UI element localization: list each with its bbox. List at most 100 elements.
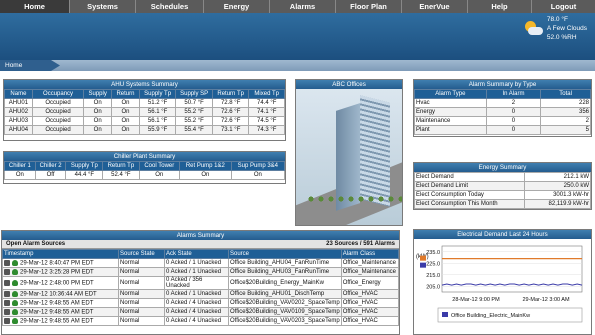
table-row[interactable]: Elect Demand 212.1 kW xyxy=(414,172,591,182)
alarm-type-panel: Alarm Summary by Type Alarm Type In Alar… xyxy=(413,79,592,137)
table-cell: Normal xyxy=(118,267,165,277)
column-header[interactable]: Source xyxy=(228,249,342,259)
weather-condition: A Few Clouds xyxy=(546,25,587,32)
alarm-sources-bar: Open Alarm Sources 23 Sources / 591 Alar… xyxy=(2,240,399,249)
table-row[interactable]: 29-Mar-12 9:48:55 AM EDT Normal 0 Acked … xyxy=(2,298,399,308)
table-cell: 0 xyxy=(485,116,542,126)
table-cell: 356 xyxy=(540,107,591,117)
table-row[interactable]: 29-Mar-12 2:48:00 PM EDT Normal 0 Acked … xyxy=(2,276,399,290)
table-row[interactable]: Elect Consumption Today 3001.3 kW-hr xyxy=(414,190,591,200)
table-cell: On xyxy=(83,125,113,135)
offices-panel: ABC Offices xyxy=(295,79,403,226)
column-header: Return Tp xyxy=(102,161,140,171)
table-cell: 73.1 °F xyxy=(211,125,250,135)
table-row[interactable]: Energy 0 356 xyxy=(414,107,591,117)
table-cell: 72.6 °F xyxy=(211,116,250,126)
alarm-timestamp: 29-Mar-12 10:36:44 AM EDT xyxy=(20,291,97,298)
table-cell: AHU01 xyxy=(4,98,33,108)
table-cell: Elect Demand Limit xyxy=(414,181,525,191)
alarm-bell-icon xyxy=(12,268,18,275)
table-cell: AHU04 xyxy=(4,125,33,135)
alarm-bell-icon xyxy=(12,308,18,315)
table-cell: On xyxy=(111,125,140,135)
nav-enervue[interactable]: EnerVue xyxy=(402,0,468,13)
table-cell: 55.2 °F xyxy=(175,116,213,126)
alarm-timestamp: 29-Mar-12 9:48:55 AM EDT xyxy=(20,309,94,316)
computer-icon xyxy=(4,299,10,306)
column-header[interactable]: Timestamp xyxy=(2,249,119,259)
table-cell: 0 Acked / 1 Unacked xyxy=(164,258,229,268)
table-row[interactable]: AHU01 Occupied On On 51.2 °F 50.7 °F 72.… xyxy=(4,98,285,108)
table-cell: 29-Mar-12 10:36:44 AM EDT xyxy=(2,289,119,299)
column-header[interactable]: Source State xyxy=(118,249,165,259)
table-cell: Office Building_AHU01_DischTemp xyxy=(228,289,342,299)
breadcrumb-bar xyxy=(0,60,595,71)
table-cell: On xyxy=(83,107,113,117)
table-row[interactable]: AHU02 Occupied On On 56.1 °F 55.2 °F 72.… xyxy=(4,107,285,117)
table-cell: Occupied xyxy=(31,125,85,135)
table-cell: 74.3 °F xyxy=(248,125,285,135)
column-header: Sup Pump 3&4 xyxy=(230,161,286,171)
table-row[interactable]: Elect Demand Limit 250.0 kW xyxy=(414,181,591,191)
table-cell: Office_Maintenance xyxy=(340,258,399,268)
table-row[interactable]: AHU04 Occupied On On 55.9 °F 55.4 °F 73.… xyxy=(4,125,285,135)
y-tick-label: 215.0 xyxy=(426,273,440,279)
panel-title: Alarm Summary by Type xyxy=(414,80,591,89)
column-header: Supply SP xyxy=(175,89,213,99)
y-tick-label: 205.0 xyxy=(426,284,440,290)
nav-home[interactable]: Home xyxy=(0,0,70,13)
table-cell: Plant xyxy=(414,125,487,135)
table-row[interactable]: 29-Mar-12 9:48:55 AM EDT Normal 0 Acked … xyxy=(2,316,399,326)
column-header: Return Tp xyxy=(211,89,250,99)
table-cell: 2 xyxy=(485,98,542,108)
column-header: Mixed Tp xyxy=(248,89,285,99)
partly-cloudy-icon xyxy=(523,21,543,39)
panel-title: AHU Systems Summary xyxy=(4,80,285,89)
nav-energy[interactable]: Energy xyxy=(204,0,270,13)
x-tick-label: 28-Mar-12 9:00 PM xyxy=(452,297,500,303)
table-cell: Normal xyxy=(118,298,165,308)
panel-title: Chiller Plant Summary xyxy=(4,152,285,161)
column-header: Alarm Type xyxy=(414,89,487,99)
nav-logout[interactable]: Logout xyxy=(532,0,595,13)
table-row[interactable]: Maintenance 0 2 xyxy=(414,116,591,126)
y-tick-label: 225.0 xyxy=(426,261,440,267)
building-front-shape xyxy=(360,95,390,207)
alarm-type-table: Alarm Type In Alarm Total Hvac 2 228 Ene… xyxy=(414,89,591,135)
table-row[interactable]: On Off 44.4 °F 52.4 °F On On On xyxy=(4,170,286,180)
table-row[interactable]: Plant 0 5 xyxy=(414,125,591,135)
table-cell: Office_HVAC xyxy=(340,289,399,299)
table-cell: Normal xyxy=(118,276,165,290)
nav-help[interactable]: Help xyxy=(468,0,532,13)
demand-chart[interactable]: (kW)235.0225.0215.0205.028-Mar-12 9:00 P… xyxy=(414,240,591,335)
nav-floor-plan[interactable]: Floor Plan xyxy=(336,0,402,13)
table-row[interactable]: 29-Mar-12 3:25:28 PM EDT Normal 0 Acked … xyxy=(2,267,399,277)
table-row[interactable]: AHU03 Occupied On On 56.1 °F 55.2 °F 72.… xyxy=(4,116,285,126)
column-header: Supply xyxy=(83,89,113,99)
table-cell: 74.4 °F xyxy=(248,98,285,108)
chart-title: Electrical Demand Last 24 Hours xyxy=(414,230,591,239)
table-cell: 3001.3 kW-hr xyxy=(524,190,591,200)
column-header: Supply Tp xyxy=(138,89,177,99)
table-cell: 0 Acked / 356 Unacked xyxy=(164,276,229,290)
table-header-row: Chiller 1 Chiller 2 Supply Tp Return Tp … xyxy=(4,161,286,171)
table-row[interactable]: Elect Consumption This Month 82,119.9 kW… xyxy=(414,199,591,209)
table-row[interactable]: Hvac 2 228 xyxy=(414,98,591,108)
breadcrumb-home[interactable]: Home xyxy=(0,60,60,71)
table-cell: 55.2 °F xyxy=(175,107,213,117)
table-cell: On xyxy=(83,116,113,126)
open-alarm-sources-label: Open Alarm Sources xyxy=(6,241,66,247)
table-cell: 56.1 °F xyxy=(138,107,177,117)
nav-schedules[interactable]: Schedules xyxy=(136,0,204,13)
table-row[interactable]: 29-Mar-12 9:48:55 AM EDT Normal 0 Acked … xyxy=(2,307,399,317)
column-header: Chiller 2 xyxy=(34,161,67,171)
column-header[interactable]: Alarm Class xyxy=(340,249,399,259)
column-header[interactable]: Ack State xyxy=(164,249,229,259)
table-row[interactable]: 29-Mar-12 10:36:44 AM EDT Normal 0 Acked… xyxy=(2,289,399,299)
nav-alarms[interactable]: Alarms xyxy=(270,0,336,13)
table-cell: 29-Mar-12 9:48:55 AM EDT xyxy=(2,316,119,326)
table-cell: On xyxy=(111,98,140,108)
table-row[interactable]: 29-Mar-12 8:40:47 PM EDT Normal 0 Acked … xyxy=(2,258,399,268)
building-image[interactable] xyxy=(296,89,402,225)
nav-systems[interactable]: Systems xyxy=(70,0,136,13)
